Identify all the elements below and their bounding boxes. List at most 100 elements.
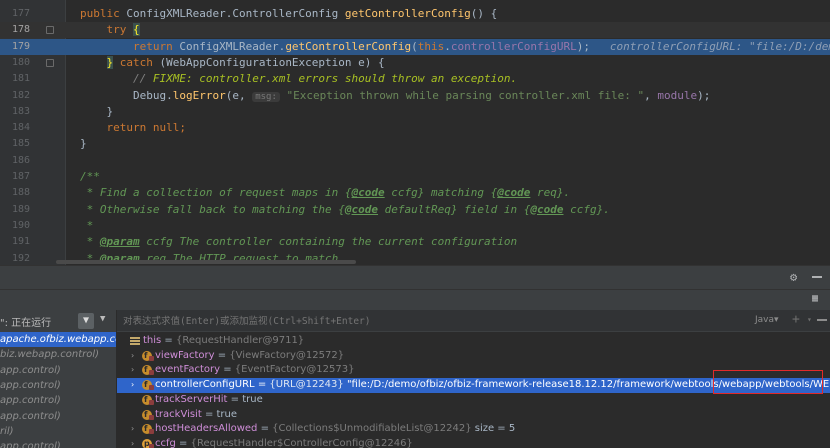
variable-name: controllerConfigURL [155,379,255,391]
variable-row[interactable]: › eventFactory = {EventFactory@12573} [117,363,830,378]
stack-frame[interactable]: biz.webapp.control) [0,347,116,362]
fold-icon[interactable] [46,58,54,67]
variable-text: trackVisit = true [155,408,238,420]
expand-icon[interactable]: › [131,437,141,448]
variable-row[interactable]: trackVisit = true [117,408,830,422]
code-line[interactable]: 180 } catch (WebAppConfigurationExceptio… [0,55,830,71]
code-text: } [80,104,114,118]
code-line[interactable]: 182 Debug.logError(e, msg: "Exception th… [0,88,830,104]
code-line[interactable]: 177 public ConfigXMLReader.ControllerConf… [0,6,830,22]
variable-row[interactable]: › ccfg = {RequestHandler$ControllerConfig… [117,437,830,448]
thread-selector[interactable]: ": 正在运行 ▼ ▼ [0,310,116,332]
code-line[interactable]: 185} [0,136,830,152]
line-number[interactable]: 187 [4,169,30,185]
line-number[interactable]: 192 [4,251,30,266]
layout-settings-icon[interactable]: ▦ [812,294,822,304]
code-line[interactable]: 178 try { [0,22,830,39]
add-watch-icon[interactable]: + [792,312,800,327]
variable-type: {URL@12243} [269,379,347,391]
variable-text: ccfg = {RequestHandler$ControllerConfig@… [155,437,413,448]
line-number[interactable]: 181 [4,71,30,87]
minimize-icon[interactable] [812,276,822,278]
variable-name: viewFactory [155,349,215,361]
code-line[interactable]: 181 // FIXME: controller.xml errors shou… [0,71,830,87]
chevron-down-icon[interactable]: ▼ [100,314,105,324]
line-number[interactable]: 178 [4,22,30,38]
filter-icon[interactable]: ▼ [78,313,94,329]
stack-frame[interactable]: app.control) [0,409,116,424]
code-line[interactable]: 184 return null; [0,120,830,136]
stack-frame[interactable]: app.control) [0,378,116,393]
stack-frame[interactable]: app.control) [0,439,116,448]
line-number[interactable]: 189 [4,202,30,218]
evaluate-bar: Java▾ + ▾ [117,310,830,332]
language-select[interactable]: Java▾ [755,315,779,325]
code-text: // FIXME: controller.xml errors should t… [80,72,518,86]
code-line[interactable]: 191 * @param ccfg The controller contain… [0,234,830,250]
stack-frame[interactable]: ril) [0,424,116,439]
variable-name: trackServerHit [155,393,228,405]
code-line[interactable]: 183 } [0,104,830,120]
variable-row[interactable]: trackServerHit = true [117,393,830,407]
code-text: * Find a collection of request maps in {… [80,186,571,200]
variable-value: true [242,393,263,405]
variable-type: {RequestHandler$ControllerConfig@12246} [190,437,413,448]
expand-icon[interactable]: › [131,349,141,364]
variable-name: hostHeadersAllowed [155,423,258,435]
collapse-icon[interactable] [817,319,827,321]
expand-icon[interactable]: › [131,422,141,437]
variable-text: this = {RequestHandler@9711} [143,335,305,346]
private-lock-icon [149,355,154,361]
code-line[interactable]: 179 return ConfigXMLReader.getController… [0,38,830,55]
line-number[interactable]: 190 [4,218,30,234]
line-number[interactable]: 177 [4,6,30,22]
stack-frame[interactable]: app.control) [0,393,116,408]
line-number[interactable]: 186 [4,153,30,169]
code-text: return null; [80,121,186,135]
line-number[interactable]: 185 [4,136,30,152]
variable-name: eventFactory [155,364,221,376]
horizontal-scrollbar[interactable] [56,260,356,264]
variable-row[interactable]: this = {RequestHandler@9711} [117,334,830,349]
code-text: return ConfigXMLReader.getControllerConf… [80,39,830,53]
private-lock-icon [149,399,154,405]
line-number[interactable]: 180 [4,55,30,71]
thread-status-label: ": 正在运行 [0,318,52,329]
evaluate-expression-input[interactable] [123,313,743,329]
language-label: Java [755,315,775,325]
expand-icon[interactable]: › [131,378,141,393]
line-number[interactable]: 179 [4,39,30,55]
variable-text: hostHeadersAllowed = {Collections$Unmodi… [155,423,516,435]
code-line[interactable]: 190 * [0,218,830,234]
line-number[interactable]: 182 [4,88,30,104]
code-line[interactable]: 186 [0,153,830,169]
code-editor[interactable]: 177 public ConfigXMLReader.ControllerConf… [0,0,830,265]
expand-icon[interactable]: › [131,363,141,378]
variable-name: trackVisit [155,408,202,420]
private-lock-icon [149,385,154,391]
variable-text: eventFactory = {EventFactory@12573} [155,364,355,376]
variable-row[interactable]: › viewFactory = {ViewFactory@12572} [117,349,830,364]
line-number[interactable]: 183 [4,104,30,120]
line-number[interactable]: 191 [4,234,30,250]
code-line[interactable]: 188 * Find a collection of request maps … [0,185,830,201]
fold-icon[interactable] [46,26,54,35]
stack-frame[interactable]: apache.ofbiz.webapp.contro [0,332,116,347]
stack-frame[interactable]: app.control) [0,363,116,378]
private-lock-icon [149,443,154,448]
code-text: Debug.logError(e, msg: "Exception thrown… [80,88,711,102]
variable-row[interactable]: › controllerConfigURL = {URL@12243} "file… [117,378,830,393]
code-text: } catch (WebAppConfigurationException e)… [106,55,385,69]
gear-icon[interactable]: ⚙ [790,270,797,284]
code-line[interactable]: 187 /** [0,169,830,185]
line-number[interactable]: 188 [4,185,30,201]
debug-panel: ⚙ ▦ ": 正在运行 ▼ ▼ apache.ofbiz.webapp.cont… [0,265,830,448]
variable-value: "file:/D:/demo/ofbiz/ofbiz-framework-rel… [346,379,830,391]
variable-name: this [143,335,162,346]
private-lock-icon [149,429,154,435]
code-text: try { [80,23,140,37]
code-line[interactable]: 189 * Otherwise fall back to matching th… [0,202,830,218]
variable-row[interactable]: › hostHeadersAllowed = {Collections$Unmod… [117,422,830,437]
chevron-down-icon[interactable]: ▾ [807,315,812,324]
line-number[interactable]: 184 [4,120,30,136]
